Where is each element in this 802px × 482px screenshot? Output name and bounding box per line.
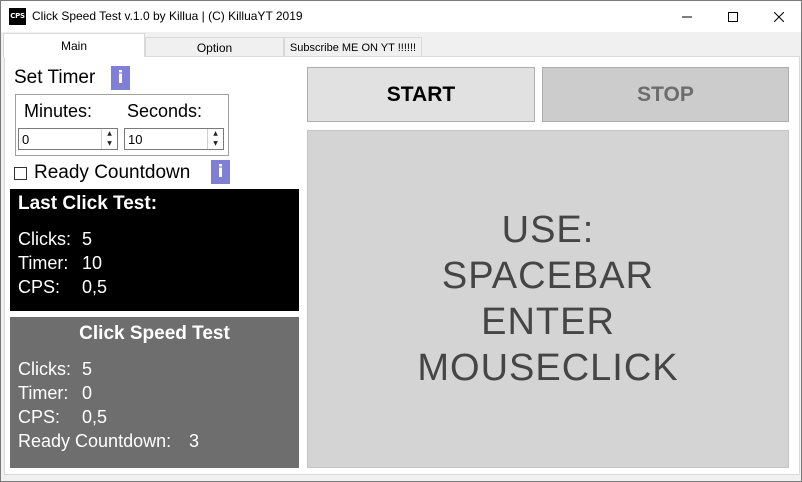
maximize-button[interactable]	[710, 1, 756, 32]
tab-option[interactable]: Option	[145, 37, 284, 57]
current-clicks-value: 5	[82, 359, 93, 379]
close-button[interactable]	[756, 1, 802, 32]
tab-label: Subscribe ME ON YT !!!!!!	[289, 41, 417, 54]
tab-label: Option	[196, 40, 233, 55]
start-button[interactable]: START	[307, 67, 535, 122]
ready-countdown-info-button[interactable]: i	[211, 160, 230, 184]
tab-label: Main	[60, 38, 87, 53]
seconds-label: Seconds:	[127, 101, 203, 121]
current-ready-label: Ready Countdown:	[18, 431, 172, 451]
minutes-value: 0	[22, 132, 30, 147]
decrement-icon[interactable]: ▼	[102, 139, 117, 149]
tab-subscribe[interactable]: Subscribe ME ON YT !!!!!!	[284, 37, 422, 57]
decrement-icon[interactable]: ▼	[208, 139, 223, 149]
seconds-stepper-arrows: ▲ ▼	[207, 129, 223, 149]
title-bar[interactable]: CPS Click Speed Test v.1.0 by Killua | (…	[1, 1, 801, 32]
minutes-label: Minutes:	[24, 101, 93, 121]
last-test-title: Last Click Test:	[18, 193, 158, 214]
ready-countdown-checkbox[interactable]	[14, 167, 27, 180]
minutes-stepper[interactable]: 0 ▲ ▼	[18, 128, 118, 150]
last-timer-value: 10	[82, 253, 103, 273]
seconds-value: 10	[128, 132, 143, 147]
app-icon: CPS	[9, 8, 26, 25]
timer-info-button[interactable]: i	[111, 66, 130, 90]
click-speed-test-panel: Click Speed Test Clicks: 5 Timer: 0 CPS:…	[10, 317, 299, 468]
click-area[interactable]: USE: SPACEBAR ENTER MOUSECLICK	[307, 130, 789, 468]
current-cps-label: CPS:	[18, 407, 61, 427]
instruction-line: USE:	[501, 209, 595, 251]
ready-countdown-label[interactable]: Ready Countdown	[34, 162, 190, 184]
stop-button[interactable]: STOP	[542, 67, 789, 122]
last-click-test-panel: Last Click Test: Clicks: 5 Timer: 10 CPS…	[10, 189, 299, 311]
maximize-icon	[728, 11, 738, 22]
current-timer-value: 0	[82, 383, 93, 403]
minimize-button[interactable]	[664, 1, 710, 32]
increment-icon[interactable]: ▲	[102, 129, 117, 139]
tab-main[interactable]: Main	[3, 33, 145, 57]
last-timer-label: Timer:	[18, 253, 69, 273]
instruction-line: MOUSECLICK	[417, 347, 679, 389]
last-clicks-label: Clicks:	[18, 229, 71, 249]
last-clicks-value: 5	[82, 229, 93, 249]
close-icon	[774, 11, 784, 22]
current-cps-value: 0,5	[82, 407, 108, 427]
tab-bar: Main Option Subscribe ME ON YT !!!!!!	[1, 32, 801, 57]
window-title: Click Speed Test v.1.0 by Killua | (C) K…	[32, 9, 303, 23]
last-cps-label: CPS:	[18, 277, 61, 297]
timer-groupbox: Minutes: Seconds: 0 ▲ ▼ 10 ▲ ▼	[15, 94, 229, 156]
last-cps-value: 0,5	[82, 277, 108, 297]
app-window: CPS Click Speed Test v.1.0 by Killua | (…	[0, 0, 802, 482]
minimize-icon	[682, 16, 692, 17]
instruction-line: ENTER	[481, 301, 615, 343]
main-tab-panel: Set Timer i Minutes: Seconds: 0 ▲ ▼ 10 ▲…	[4, 56, 800, 475]
instruction-line: SPACEBAR	[441, 255, 655, 297]
current-timer-label: Timer:	[18, 383, 69, 403]
current-ready-value: 3	[189, 431, 200, 451]
minutes-stepper-arrows: ▲ ▼	[101, 129, 117, 149]
set-timer-heading: Set Timer	[14, 67, 96, 88]
current-clicks-label: Clicks:	[18, 359, 71, 379]
increment-icon[interactable]: ▲	[208, 129, 223, 139]
seconds-stepper[interactable]: 10 ▲ ▼	[124, 128, 224, 150]
current-test-title: Click Speed Test	[79, 323, 230, 344]
